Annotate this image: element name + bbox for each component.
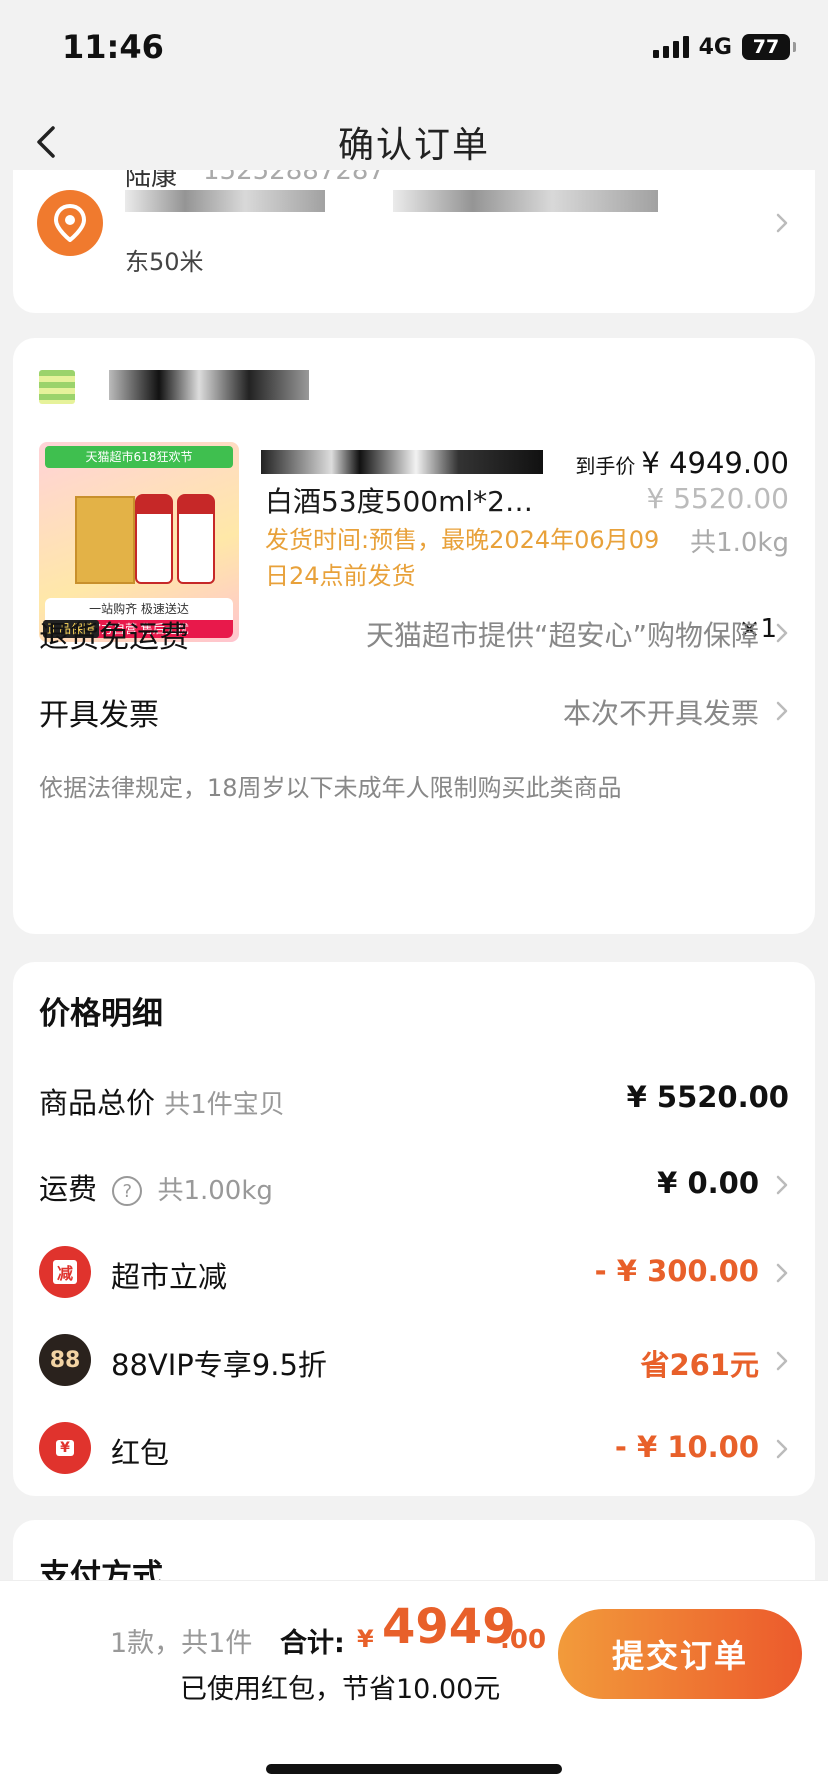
product-title[interactable]: 白酒53度500ml*2… bbox=[265, 480, 533, 520]
store-name-redacted bbox=[109, 370, 309, 400]
vip-discount-label: 88VIP专享9.5折 bbox=[111, 1348, 327, 1382]
final-price: 到手价 ¥ 4949.00 bbox=[575, 446, 789, 480]
return-shipping-label: 退货免运费 bbox=[39, 620, 189, 655]
total-amount-decimal: .00 bbox=[500, 1625, 547, 1655]
red-packet-value[interactable]: - ¥ 10.00 bbox=[615, 1430, 759, 1464]
help-icon[interactable]: ? bbox=[112, 1176, 143, 1206]
shipping-fee-value[interactable]: ¥ 0.00 bbox=[657, 1166, 759, 1200]
location-pin-icon bbox=[37, 190, 103, 256]
chevron-left-icon bbox=[37, 126, 55, 158]
market-discount-label: 超市立减 bbox=[111, 1260, 228, 1294]
address-redacted-1 bbox=[125, 190, 325, 212]
shipping-fee-row: 运费 ? 共1.00kg bbox=[39, 1166, 273, 1208]
red-packet-label: 红包 bbox=[111, 1436, 170, 1470]
recipient-phone: 15252887287 bbox=[203, 170, 385, 186]
total-currency: ¥ bbox=[357, 1625, 374, 1653]
shipping-note: 发货时间:预售，最晚2024年06月09日24点前发货 bbox=[265, 526, 660, 590]
shipping-weight: 共1.00kg bbox=[157, 1176, 273, 1206]
vip-icon-glyph: 88 bbox=[49, 1347, 81, 1373]
legal-note: 依据法律规定，18周岁以下未成年人限制购买此类商品 bbox=[39, 774, 622, 802]
market-discount-value[interactable]: - ¥ 300.00 bbox=[595, 1254, 759, 1288]
chevron-right-icon bbox=[771, 1438, 793, 1460]
red-packet-icon: ¥ bbox=[39, 1422, 91, 1474]
total-price-value: ¥ 5520.00 bbox=[626, 1080, 789, 1114]
total-price-label: 商品总价 bbox=[39, 1086, 156, 1120]
total-amount-integer: 4949 bbox=[382, 1599, 516, 1655]
total-label: 合计: bbox=[280, 1628, 345, 1659]
savings-note: 已使用红包，节省10.00元 bbox=[180, 1674, 501, 1705]
return-shipping-row[interactable]: 退货免运费 天猫超市提供“超安心”购物保障 bbox=[13, 600, 815, 664]
final-price-value: ¥ 4949.00 bbox=[641, 446, 789, 480]
page-title: 确认订单 bbox=[337, 125, 490, 166]
return-shipping-value: 天猫超市提供“超安心”购物保障 bbox=[365, 619, 759, 652]
discount-icon: 减 bbox=[39, 1246, 91, 1298]
chevron-right-icon bbox=[771, 212, 793, 234]
bottle-right bbox=[177, 494, 215, 584]
total-items-count: 共1件宝贝 bbox=[164, 1090, 285, 1120]
invoice-value: 本次不开具发票 bbox=[562, 697, 759, 730]
chevron-right-icon bbox=[771, 1262, 793, 1284]
chevron-right-icon bbox=[771, 622, 793, 644]
battery-level: 77 bbox=[752, 36, 780, 58]
address-redacted-2 bbox=[393, 190, 658, 212]
product-brand-redacted bbox=[261, 450, 543, 474]
chevron-right-icon bbox=[771, 1174, 793, 1196]
product-card: 天猫超市618狂欢节 一站购齐 极速送达 官方自营 售后无忧 正品保障 白酒53… bbox=[13, 338, 815, 934]
image-banner: 天猫超市618狂欢节 bbox=[45, 446, 233, 468]
chevron-right-icon bbox=[771, 700, 793, 722]
bottle-left bbox=[135, 494, 173, 584]
store-logo-icon bbox=[39, 370, 75, 404]
invoice-row[interactable]: 开具发票 本次不开具发票 bbox=[13, 678, 815, 742]
submit-order-button[interactable]: 提交订单 bbox=[558, 1609, 802, 1699]
price-detail-title: 价格明细 bbox=[39, 996, 163, 1032]
product-weight: 共1.0kg bbox=[690, 528, 789, 558]
signal-icon bbox=[652, 36, 689, 58]
address-detail: 东50米 bbox=[125, 248, 204, 276]
status-indicators: 4G 77 bbox=[652, 34, 796, 60]
item-count: 1款，共1件 bbox=[110, 1628, 253, 1659]
vip-discount-value[interactable]: 省261元 bbox=[640, 1342, 759, 1384]
chevron-right-icon bbox=[771, 1350, 793, 1372]
address-card[interactable]: 陆康 15252887287 东50米 bbox=[13, 170, 815, 313]
status-bar: 11:46 4G 77 bbox=[0, 0, 828, 100]
status-time: 11:46 bbox=[62, 28, 164, 66]
checkout-bar: 1款，共1件 合计: ¥ 4949 .00 已使用红包，节省10.00元 提交订… bbox=[0, 1580, 828, 1792]
red-packet-icon-glyph: ¥ bbox=[56, 1440, 74, 1456]
battery-icon: 77 bbox=[742, 34, 796, 60]
shipping-fee-label: 运费 bbox=[39, 1172, 98, 1206]
network-type: 4G bbox=[698, 34, 732, 60]
discount-icon-glyph: 减 bbox=[52, 1260, 77, 1284]
back-button[interactable] bbox=[22, 118, 70, 166]
original-price: ¥ 5520.00 bbox=[646, 482, 789, 515]
total-price-row: 商品总价 共1件宝贝 bbox=[39, 1080, 285, 1122]
price-detail-card: 价格明细 商品总价 共1件宝贝 ¥ 5520.00 运费 ? 共1.00kg ¥… bbox=[13, 962, 815, 1496]
final-price-label: 到手价 bbox=[575, 454, 636, 478]
vip-icon: 88 bbox=[39, 1334, 91, 1386]
gift-box bbox=[75, 496, 135, 584]
invoice-label: 开具发票 bbox=[39, 698, 159, 733]
home-indicator[interactable] bbox=[266, 1764, 562, 1774]
